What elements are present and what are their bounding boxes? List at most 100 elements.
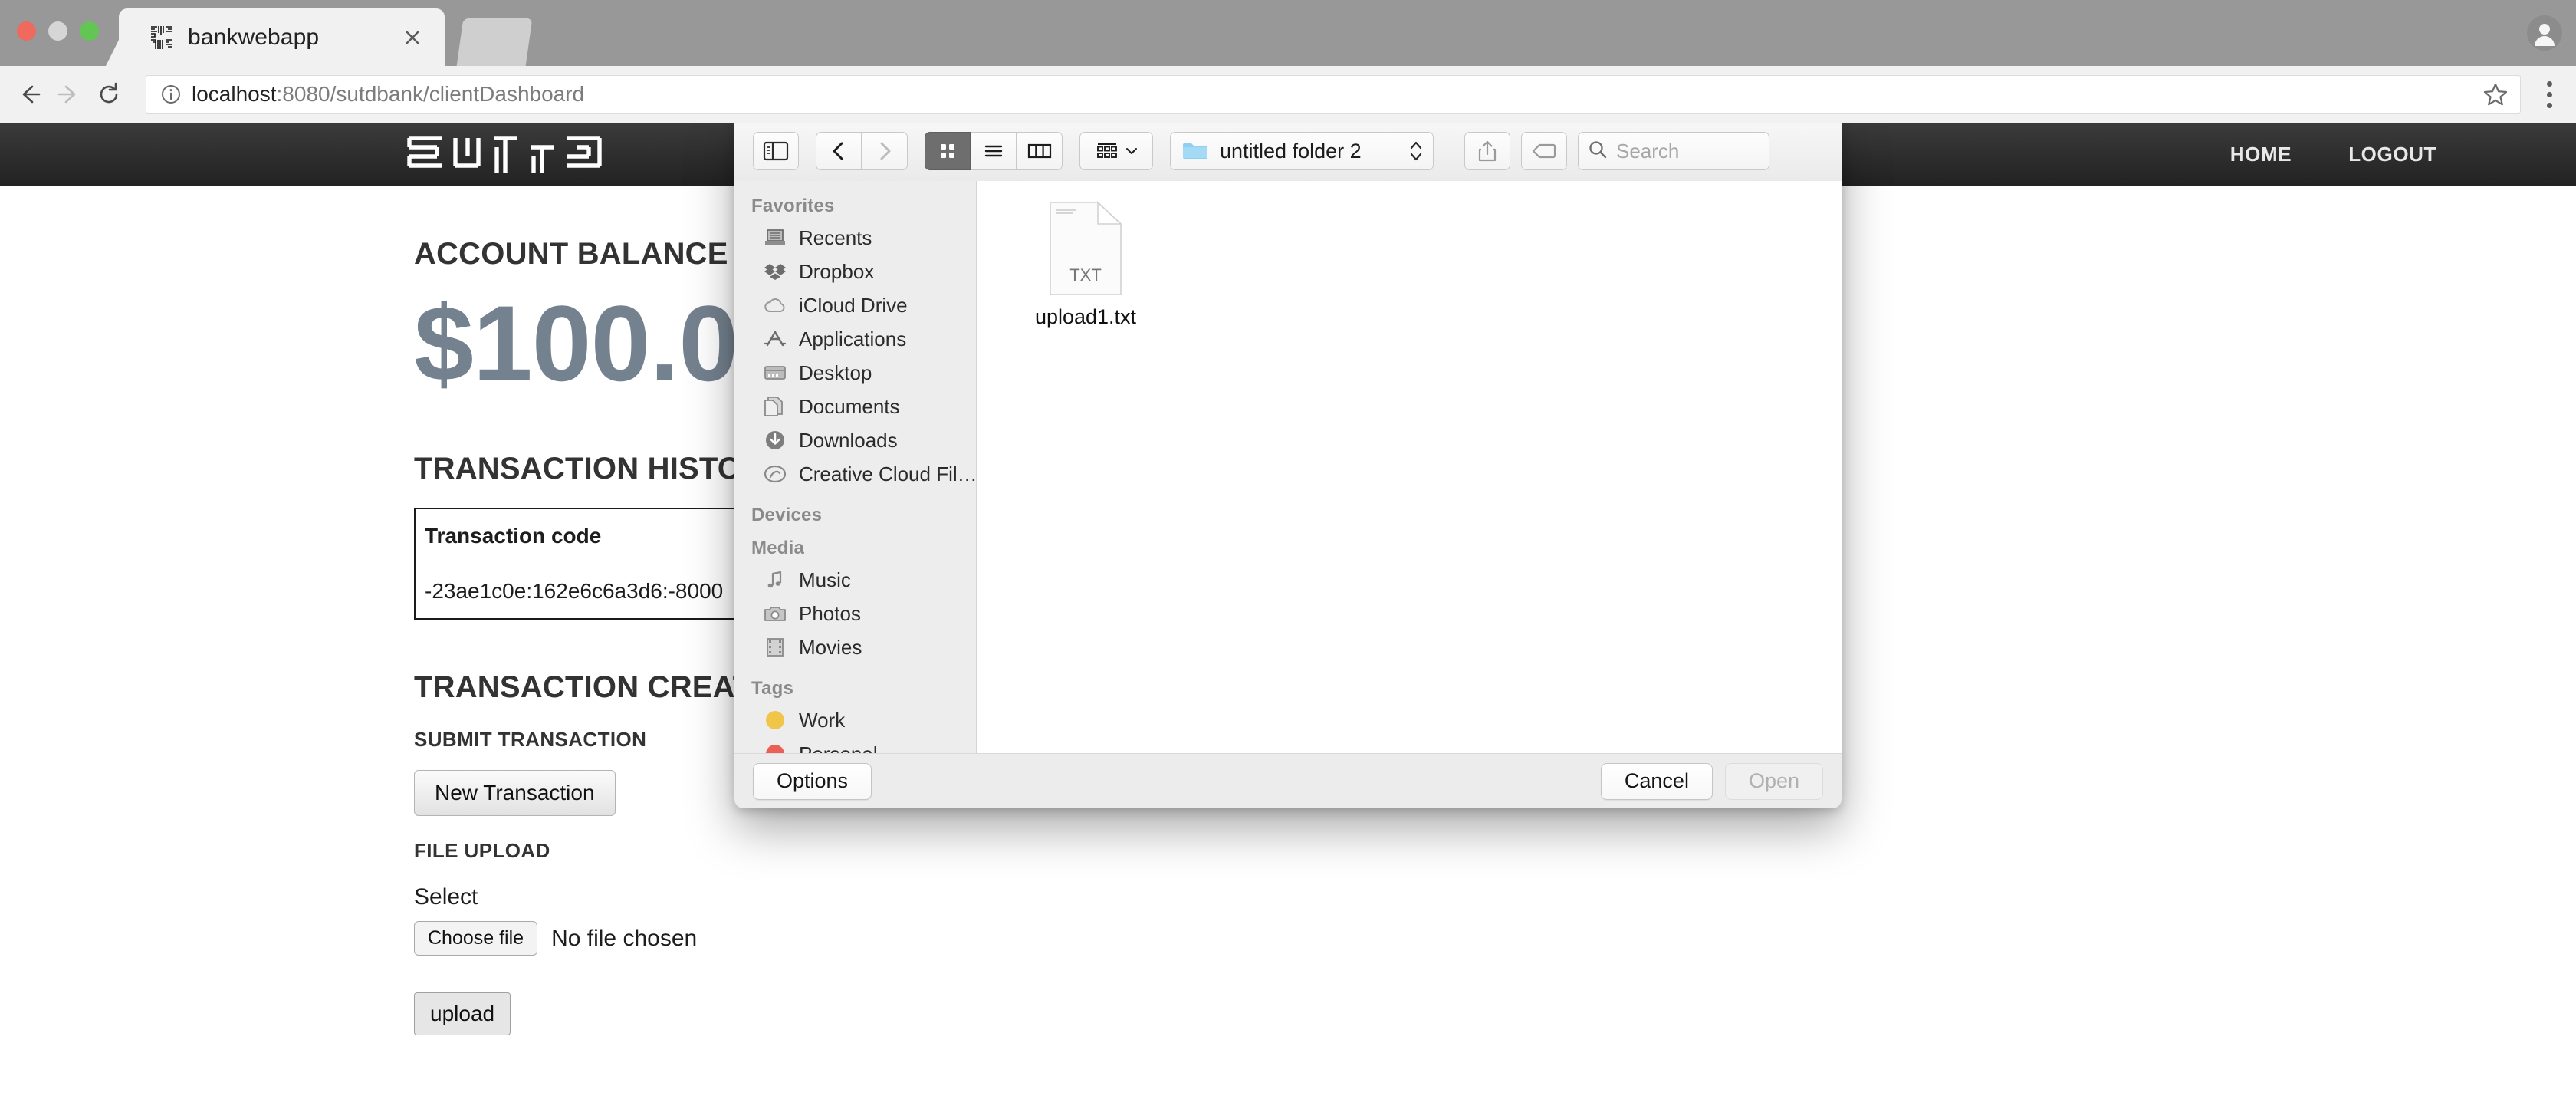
dialog-footer-actions: Cancel Open	[1600, 762, 1823, 800]
tag-icon[interactable]	[1521, 132, 1567, 170]
group-arrange-button[interactable]	[1079, 132, 1153, 170]
options-button[interactable]: Options	[753, 762, 872, 800]
dialog-sidebar: Favorites Recents Dropbox iCloud Drive A…	[734, 181, 977, 753]
dialog-toolbar: untitled folder 2 Search	[734, 123, 1842, 181]
chevron-right-icon[interactable]	[862, 132, 908, 170]
music-note-icon	[762, 568, 788, 591]
browser-toolbar: localhost:8080/sutdbank/clientDashboard	[0, 66, 2576, 123]
path-label: untitled folder 2	[1220, 139, 1362, 163]
sidebar-item-label: Dropbox	[799, 259, 875, 283]
sidebar-item-desktop[interactable]: Desktop	[734, 356, 976, 390]
file-name-label: upload1.txt	[1034, 305, 1137, 328]
dialog-history-buttons	[816, 132, 908, 170]
sidebar-item-movies[interactable]: Movies	[734, 630, 976, 664]
sidebar-item-label: Movies	[799, 635, 863, 659]
tab-strip: bankwebapp	[0, 0, 2576, 66]
tag-color-dot-icon	[762, 709, 788, 732]
file-input-row: Choose file No file chosen	[414, 921, 2254, 956]
column-view-icon[interactable]	[1017, 132, 1063, 170]
url-path: :8080/sutdbank/clientDashboard	[276, 82, 585, 106]
svg-text:TXT: TXT	[1070, 265, 1102, 285]
search-input[interactable]: Search	[1578, 132, 1769, 170]
browser-tab[interactable]: bankwebapp	[119, 8, 445, 66]
sidebar-item-applications[interactable]: Applications	[734, 322, 976, 356]
minimize-window-button[interactable]	[48, 21, 67, 41]
recents-icon	[762, 226, 788, 249]
dialog-view-mode-group	[925, 132, 1063, 170]
reload-icon[interactable]	[89, 74, 129, 114]
bookmark-star-icon[interactable]	[2483, 82, 2508, 107]
file-item-upload1[interactable]: TXT upload1.txt	[1009, 201, 1162, 329]
share-icon[interactable]	[1464, 132, 1510, 170]
sidebar-item-downloads[interactable]: Downloads	[734, 423, 976, 457]
choose-file-button[interactable]: Choose file	[414, 921, 538, 956]
sidebar-item-tag-personal[interactable]: Personal	[734, 737, 976, 753]
close-icon[interactable]	[402, 27, 423, 48]
cancel-button[interactable]: Cancel	[1600, 762, 1713, 800]
url-text: localhost:8080/sutdbank/clientDashboard	[192, 82, 584, 107]
dropbox-icon	[762, 260, 788, 283]
upload-button[interactable]: upload	[414, 992, 511, 1036]
sidebar-item-documents[interactable]: Documents	[734, 390, 976, 423]
sidebar-item-tag-work[interactable]: Work	[734, 703, 976, 737]
sidebar-item-creative-cloud-files[interactable]: Creative Cloud Fil…	[734, 457, 976, 491]
sidebar-item-label: Personal	[799, 742, 878, 754]
forward-arrow-icon[interactable]	[49, 74, 89, 114]
dialog-body: Favorites Recents Dropbox iCloud Drive A…	[734, 181, 1842, 753]
web-page: HOME LOGOUT ACCOUNT BALANCE $100.00 TRAN…	[0, 123, 2576, 1109]
sidebar-item-dropbox[interactable]: Dropbox	[734, 255, 976, 288]
sidebar-item-label: Downloads	[799, 428, 898, 452]
sidebar-item-label: Work	[799, 708, 846, 732]
no-file-chosen-text: No file chosen	[551, 925, 698, 951]
sidebar-item-label: Music	[799, 568, 851, 591]
sidebar-toggle-icon[interactable]	[753, 132, 799, 170]
background-tab[interactable]	[456, 18, 533, 66]
three-dot-menu-icon[interactable]	[2536, 77, 2562, 111]
documents-icon	[762, 395, 788, 418]
sidebar-item-recents[interactable]: Recents	[734, 221, 976, 255]
window-traffic-lights	[17, 21, 99, 41]
new-transaction-button[interactable]: New Transaction	[414, 770, 616, 817]
chevron-down-icon	[1126, 148, 1137, 154]
creative-cloud-icon	[762, 462, 788, 485]
sidebar-header-media: Media	[751, 538, 805, 558]
tab-title: bankwebapp	[188, 24, 320, 50]
sidebar-item-icloud-drive[interactable]: iCloud Drive	[734, 288, 976, 322]
sidebar-item-label: Desktop	[799, 360, 872, 384]
downloads-icon	[762, 429, 788, 452]
nav-link-home[interactable]: HOME	[2202, 143, 2320, 166]
list-view-icon[interactable]	[971, 132, 1017, 170]
sidebar-item-label: Recents	[799, 225, 872, 249]
tag-color-dot-icon	[762, 742, 788, 753]
back-arrow-icon[interactable]	[9, 74, 49, 114]
icon-view-icon[interactable]	[925, 132, 971, 170]
dialog-footer: Options Cancel Open	[734, 753, 1842, 808]
address-bar[interactable]: localhost:8080/sutdbank/clientDashboard	[146, 75, 2521, 114]
chevron-left-icon[interactable]	[816, 132, 862, 170]
zoom-window-button[interactable]	[80, 21, 99, 41]
info-circle-icon[interactable]	[160, 84, 182, 105]
user-avatar-icon[interactable]	[2527, 15, 2562, 51]
icloud-icon	[762, 294, 788, 317]
open-button: Open	[1724, 762, 1823, 800]
sutd-logo[interactable]	[402, 133, 639, 178]
film-strip-icon	[762, 636, 788, 659]
nav-link-logout[interactable]: LOGOUT	[2320, 143, 2576, 166]
group-arrange-icon	[1097, 143, 1117, 158]
sidebar-header-tags: Tags	[751, 678, 794, 699]
sidebar-item-photos[interactable]: Photos	[734, 597, 976, 630]
sidebar-item-label: Applications	[799, 327, 907, 350]
sidebar-item-label: Creative Cloud Fil…	[799, 462, 977, 485]
search-icon	[1588, 140, 1608, 163]
search-placeholder: Search	[1616, 139, 1680, 163]
close-window-button[interactable]	[17, 21, 36, 41]
up-down-stepper-icon[interactable]	[1408, 138, 1424, 164]
sidebar-header-devices: Devices	[751, 505, 823, 525]
browser-window: bankwebapp localhost:8080/sutdbank/clien…	[0, 0, 2576, 1109]
path-popup-button[interactable]: untitled folder 2	[1170, 132, 1434, 170]
folder-icon	[1181, 140, 1209, 162]
site-nav-links: HOME LOGOUT	[2202, 123, 2576, 186]
sidebar-item-music[interactable]: Music	[734, 563, 976, 597]
txt-document-icon: TXT	[1047, 201, 1124, 296]
url-host: localhost	[192, 82, 277, 106]
